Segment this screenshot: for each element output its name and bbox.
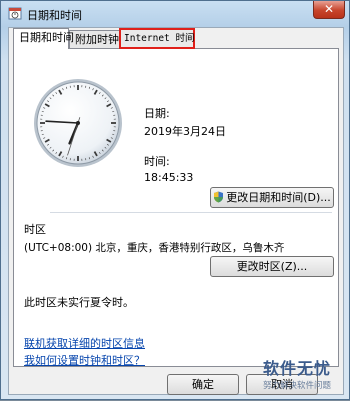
- tab-internet-time[interactable]: Internet 时间: [119, 28, 195, 49]
- time-value: 18:45:33: [144, 171, 193, 184]
- date-label: 日期:: [144, 105, 170, 121]
- watermark-sub-text: 努力解决软件问题: [263, 379, 331, 391]
- ok-button[interactable]: 确定: [167, 374, 239, 395]
- timezone-section-label: 时区: [24, 221, 46, 237]
- change-timezone-button[interactable]: 更改时区(Z)...: [210, 256, 334, 277]
- uac-shield-icon: [213, 191, 224, 203]
- section-divider: [50, 212, 332, 213]
- content-panel: 日期和时间 附加时钟 Internet 时间: [8, 27, 344, 395]
- change-date-time-button[interactable]: 更改日期和时间(D)...: [210, 187, 334, 208]
- dst-note: 此时区未实行夏令时。: [24, 294, 134, 310]
- online-timezone-info-link[interactable]: 联机获取详细的时区信息: [24, 335, 145, 351]
- change-date-time-label: 更改日期和时间(D)...: [226, 191, 331, 204]
- tab-additional-clocks[interactable]: 附加时钟: [69, 30, 121, 49]
- close-button[interactable]: ✕: [313, 1, 345, 19]
- how-to-set-clock-link[interactable]: 我如何设置时钟和时区？: [24, 352, 145, 368]
- timezone-value: (UTC+08:00) 北京，重庆，香港特别行政区，乌鲁木齐: [24, 240, 284, 255]
- datetime-dialog: 日期和时间 ✕ 日期和时间 附加时钟 Internet 时间: [0, 0, 350, 400]
- site-watermark: 软件无忧 努力解决软件问题: [257, 355, 350, 401]
- time-label: 时间:: [144, 153, 170, 169]
- analog-clock: [32, 77, 124, 169]
- watermark-main-text: 软件无忧: [263, 355, 331, 379]
- clock-calendar-icon: [8, 6, 22, 20]
- window-title: 日期和时间: [27, 7, 82, 23]
- tab-page: 日期: 2019年3月24日 时间: 18:45:33 更改日期和时间(D)..…: [13, 48, 339, 367]
- tab-date-and-time[interactable]: 日期和时间: [13, 28, 69, 49]
- title-bar[interactable]: 日期和时间 ✕: [1, 1, 350, 27]
- date-value: 2019年3月24日: [144, 123, 226, 139]
